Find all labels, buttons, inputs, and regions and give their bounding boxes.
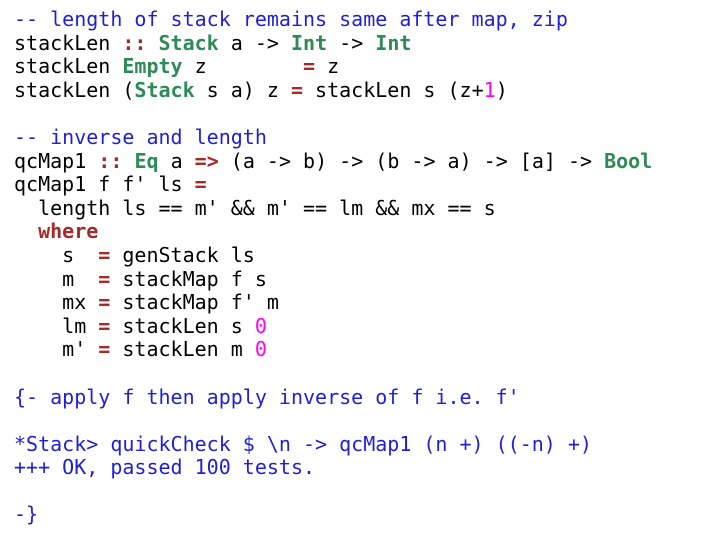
code-token-number: 0 (254, 313, 267, 338)
code-line: +++ OK, passed 100 tests. (14, 455, 652, 480)
code-token-plain: z (182, 54, 304, 79)
code-editor: -- length of stack remains same after ma… (14, 7, 653, 527)
code-token-plain: stackLen s (110, 313, 255, 338)
code-token-operator: :: (98, 148, 123, 173)
code-token-plain: stackLen (14, 30, 123, 55)
code-token-comment: -- length of stack remains same after ma… (14, 7, 568, 31)
code-token-plain: a -> (218, 30, 291, 55)
code-line: s = genStack ls (14, 242, 652, 268)
code-token-plain: qcMap1 f f' ls (14, 172, 195, 197)
code-line: m = stackMap f s (14, 266, 652, 292)
code-token-operator: = (98, 242, 111, 267)
code-token-comment: *Stack> quickCheck $ \n -> qcMap1 (n +) … (14, 431, 592, 456)
code-line: mx = stackMap f' m (14, 290, 652, 315)
code-token-plain: mx (14, 290, 99, 315)
code-token-plain: a (158, 148, 195, 173)
code-token-operator: = (303, 54, 316, 79)
code-token-operator: = (194, 172, 207, 197)
code-line: qcMap1 :: Eq a => (a -> b) -> (b -> a) -… (14, 148, 653, 174)
code-token-operator: = (98, 313, 111, 338)
code-token-number: 0 (254, 337, 267, 362)
code-token-keyword: Stack (134, 77, 195, 102)
code-token-plain: stackMap f s (110, 266, 267, 291)
code-line: lm = stackLen s 0 (14, 313, 652, 339)
code-token-operator: where (38, 219, 99, 244)
code-token-plain: -> (327, 30, 376, 55)
code-token-plain: m (14, 266, 99, 291)
code-token-number: 1 (483, 77, 496, 102)
code-token-plain: qcMap1 (14, 148, 99, 173)
code-token-plain: s a) z (194, 77, 291, 102)
code-token-plain: stackMap f' m (110, 290, 279, 315)
code-line: qcMap1 f f' ls = (14, 172, 652, 197)
code-token-comment: {- apply f then apply inverse of f i.e. … (14, 384, 520, 409)
code-token-keyword: Int (375, 30, 412, 55)
code-line: stackLen :: Stack a -> Int -> Int (14, 30, 652, 56)
code-line: -} (14, 503, 652, 527)
code-token-plain: m' (14, 337, 99, 362)
code-token-plain: z (315, 54, 340, 79)
code-token-keyword: Stack (158, 30, 219, 55)
code-token-operator: = (98, 337, 111, 362)
code-token-keyword: Eq (134, 148, 159, 173)
code-token-plain: stackLen ( (14, 77, 135, 102)
code-token-plain: stackLen (14, 54, 123, 79)
code-token-comment: +++ OK, passed 100 tests. (14, 455, 316, 480)
code-token-operator: = (98, 290, 111, 315)
code-token-plain: genStack ls (110, 242, 255, 267)
code-token-operator: = (98, 266, 111, 291)
code-token-keyword: Bool (604, 148, 653, 173)
code-token-operator: => (194, 148, 219, 173)
code-token-plain: stackLen m (110, 337, 255, 362)
code-line: {- apply f then apply inverse of f i.e. … (14, 384, 652, 410)
code-token-keyword: Int (290, 30, 328, 55)
code-line: length ls == m' && m' == lm && mx == s (14, 195, 652, 221)
code-line: m' = stackLen m 0 (14, 338, 652, 362)
code-token-plain: length ls == m' && m' == lm && mx == s (14, 195, 496, 220)
code-line: stackLen Empty z = z (14, 54, 652, 79)
code-token-comment: -} (14, 502, 39, 527)
code-token-plain: lm (14, 313, 99, 338)
code-token-comment: -- inverse and length (14, 124, 267, 149)
code-token-plain: stackLen s (z+ (303, 77, 484, 102)
code-line: -- length of stack remains same after ma… (14, 7, 652, 32)
code-line: stackLen (Stack s a) z = stackLen s (z+1… (14, 77, 652, 103)
code-token-plain: ) (495, 77, 508, 102)
code-token-keyword: Empty (122, 54, 183, 79)
code-line: where (14, 220, 652, 244)
code-token-plain: s (14, 242, 99, 267)
code-token-operator: = (290, 77, 304, 102)
code-token-operator: :: (122, 30, 147, 55)
code-line: -- inverse and length (14, 124, 652, 150)
code-token-plain: (a -> b) -> (b -> a) -> [a] -> (218, 148, 605, 173)
code-line: *Stack> quickCheck $ \n -> qcMap1 (n +) … (14, 431, 652, 457)
